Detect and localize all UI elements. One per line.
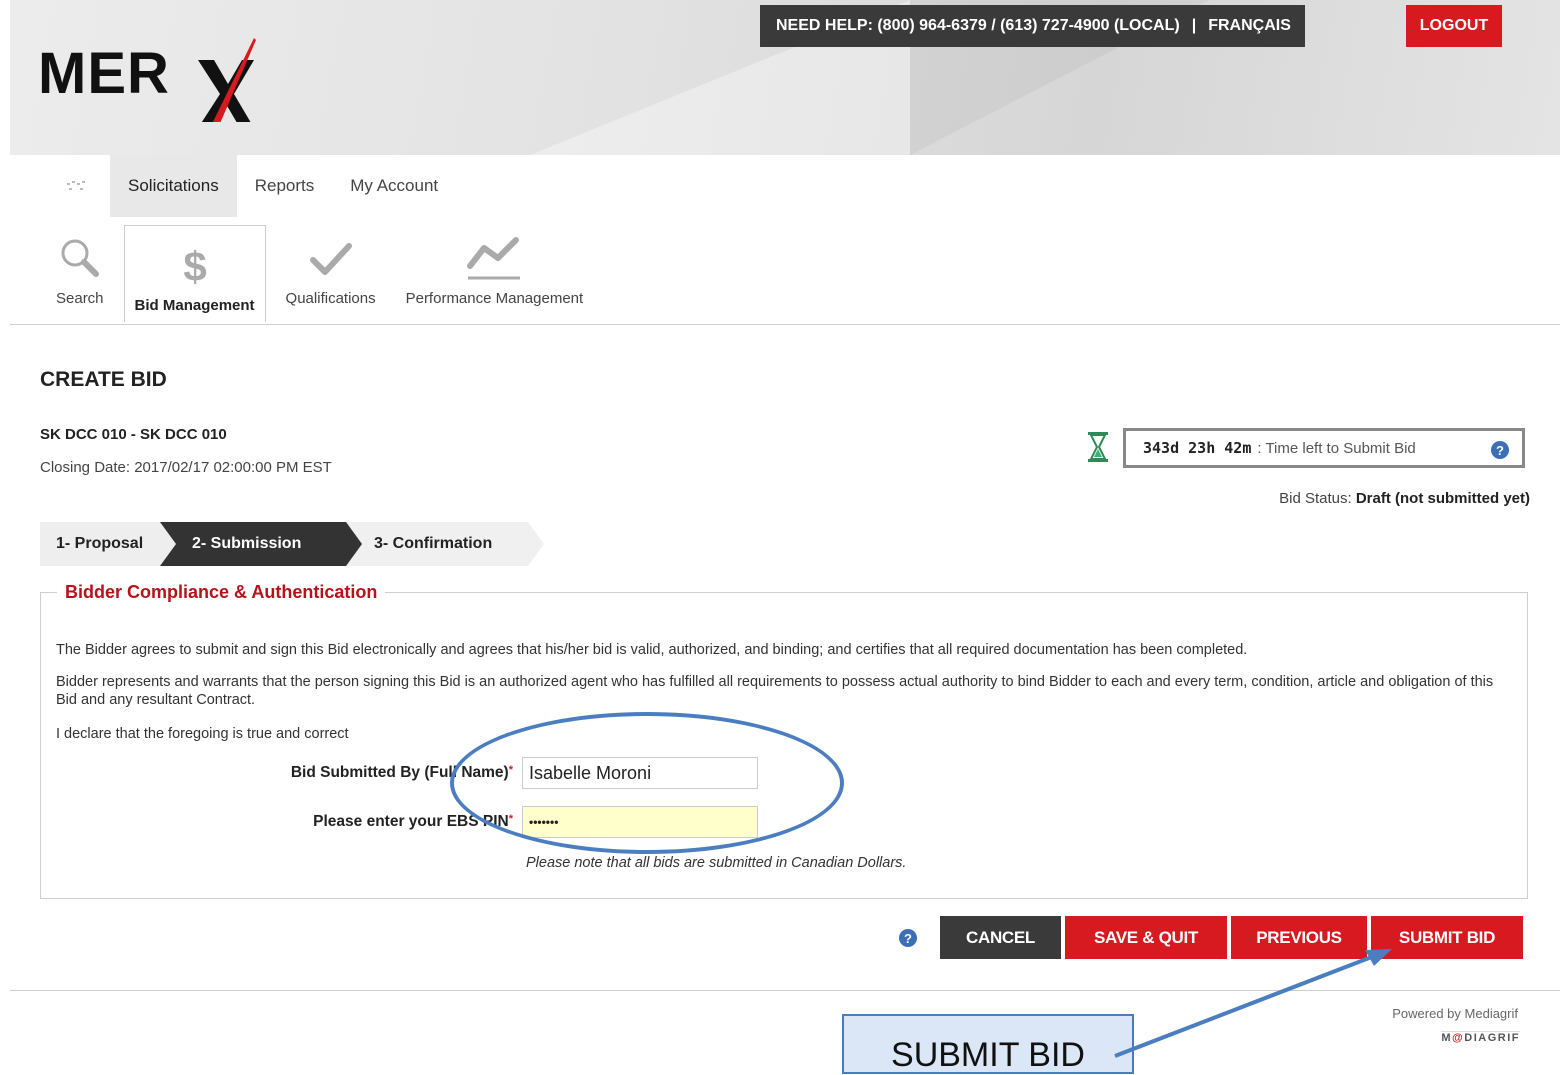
section-legend: Bidder Compliance & Authentication (65, 582, 378, 602)
step-submission: 2- Submission (160, 522, 346, 566)
currency-note: Please note that all bids are submitted … (526, 855, 907, 871)
name-label: Bid Submitted By (Full Name)* (41, 764, 513, 782)
logo-text: MER (38, 41, 170, 106)
sub-nav: Search $ Bid Management Qualifications P… (46, 225, 603, 322)
step-proposal[interactable]: 1- Proposal (40, 522, 160, 566)
subnav-qualifications[interactable]: Qualifications (276, 227, 386, 315)
time-left-box: 343d 23h 42m : Time left to Submit Bid ? (1123, 428, 1525, 468)
annotation-callout: SUBMIT BID (842, 1014, 1134, 1074)
pin-label: Please enter your EBS PIN* (41, 813, 513, 831)
checkmark-icon (309, 234, 353, 282)
hourglass-icon (1088, 432, 1108, 462)
dollar-icon: $ (178, 241, 212, 289)
agreement-paragraph: The Bidder agrees to submit and sign thi… (56, 642, 1248, 658)
subnav-search[interactable]: Search (46, 227, 114, 315)
page: MER NEED HELP: (800) 964-6379 / (613) 72… (10, 0, 1560, 1074)
warranty-paragraph: Bidder represents and warrants that the … (56, 674, 1494, 708)
svg-text:$: $ (183, 243, 206, 287)
previous-button[interactable]: PREVIOUS (1231, 916, 1367, 959)
closing-date: Closing Date: 2017/02/17 02:00:00 PM EST (40, 459, 332, 476)
save-and-quit-button[interactable]: SAVE & QUIT (1065, 916, 1227, 959)
step-label: 3- Confirmation (374, 535, 493, 552)
time-left-value: 343d 23h 42m (1143, 439, 1252, 457)
tab-reports[interactable]: Reports (237, 155, 333, 217)
subnav-label: Qualifications (285, 290, 376, 307)
bid-status: Bid Status: Draft (not submitted yet) (1279, 490, 1530, 507)
subnav-label: Search (56, 290, 104, 307)
help-icon[interactable]: ? (1490, 440, 1510, 460)
subnav-label: Performance Management (405, 290, 584, 307)
home-icon[interactable] (44, 155, 110, 217)
help-phone-text: NEED HELP: (800) 964-6379 / (613) 727-49… (776, 17, 1180, 34)
annotation-oval (450, 712, 844, 854)
svg-text:?: ? (904, 931, 912, 946)
subnav-performance-management[interactable]: Performance Management (396, 227, 594, 315)
step-confirmation: 3- Confirmation (346, 522, 528, 566)
magnifier-icon (58, 234, 102, 282)
logout-button[interactable]: LOGOUT (1406, 5, 1502, 47)
subnav-bid-management[interactable]: $ Bid Management (123, 225, 266, 322)
time-left-label: : Time left to Submit Bid (1257, 439, 1416, 457)
main-nav: Solicitations Reports My Account Search … (10, 155, 1560, 325)
page-title: CREATE BID (40, 368, 167, 391)
mediagrif-logo: M@DIAGRIF (1441, 1031, 1520, 1044)
footer-divider (10, 990, 1560, 991)
submit-bid-button[interactable]: SUBMIT BID (1371, 916, 1523, 959)
brand-right: DIAGRIF (1464, 1032, 1520, 1044)
bid-status-value: Draft (not submitted yet) (1355, 490, 1530, 507)
step-label: 1- Proposal (56, 535, 144, 552)
solicitation-reference: SK DCC 010 - SK DCC 010 (40, 426, 227, 443)
subnav-label: Bid Management (134, 297, 255, 314)
separator: | (1191, 17, 1197, 34)
help-bar: NEED HELP: (800) 964-6379 / (613) 727-49… (760, 5, 1305, 47)
wizard-steps: 1- Proposal 2- Submission 3- Confirmatio… (40, 522, 544, 566)
nav-tabs: Solicitations Reports My Account (44, 155, 456, 217)
nav-divider (10, 324, 1560, 325)
action-bar: ? CANCEL SAVE & QUIT PREVIOUS SUBMIT BID (898, 916, 1523, 959)
tab-solicitations[interactable]: Solicitations (110, 155, 237, 217)
help-icon[interactable]: ? (898, 928, 918, 948)
powered-by-text: Powered by Mediagrif (1392, 1006, 1518, 1021)
language-link[interactable]: FRANÇAIS (1208, 17, 1291, 35)
brand-left: M (1441, 1032, 1453, 1044)
cancel-button[interactable]: CANCEL (940, 916, 1061, 959)
trend-line-icon (464, 234, 524, 282)
site-header: MER NEED HELP: (800) 964-6379 / (613) 72… (10, 0, 1560, 155)
logo-x-mark (198, 38, 256, 122)
bid-status-label: Bid Status: (1279, 490, 1352, 507)
step-label: 2- Submission (192, 535, 302, 552)
svg-text:?: ? (1496, 443, 1504, 458)
tab-my-account[interactable]: My Account (332, 155, 456, 217)
